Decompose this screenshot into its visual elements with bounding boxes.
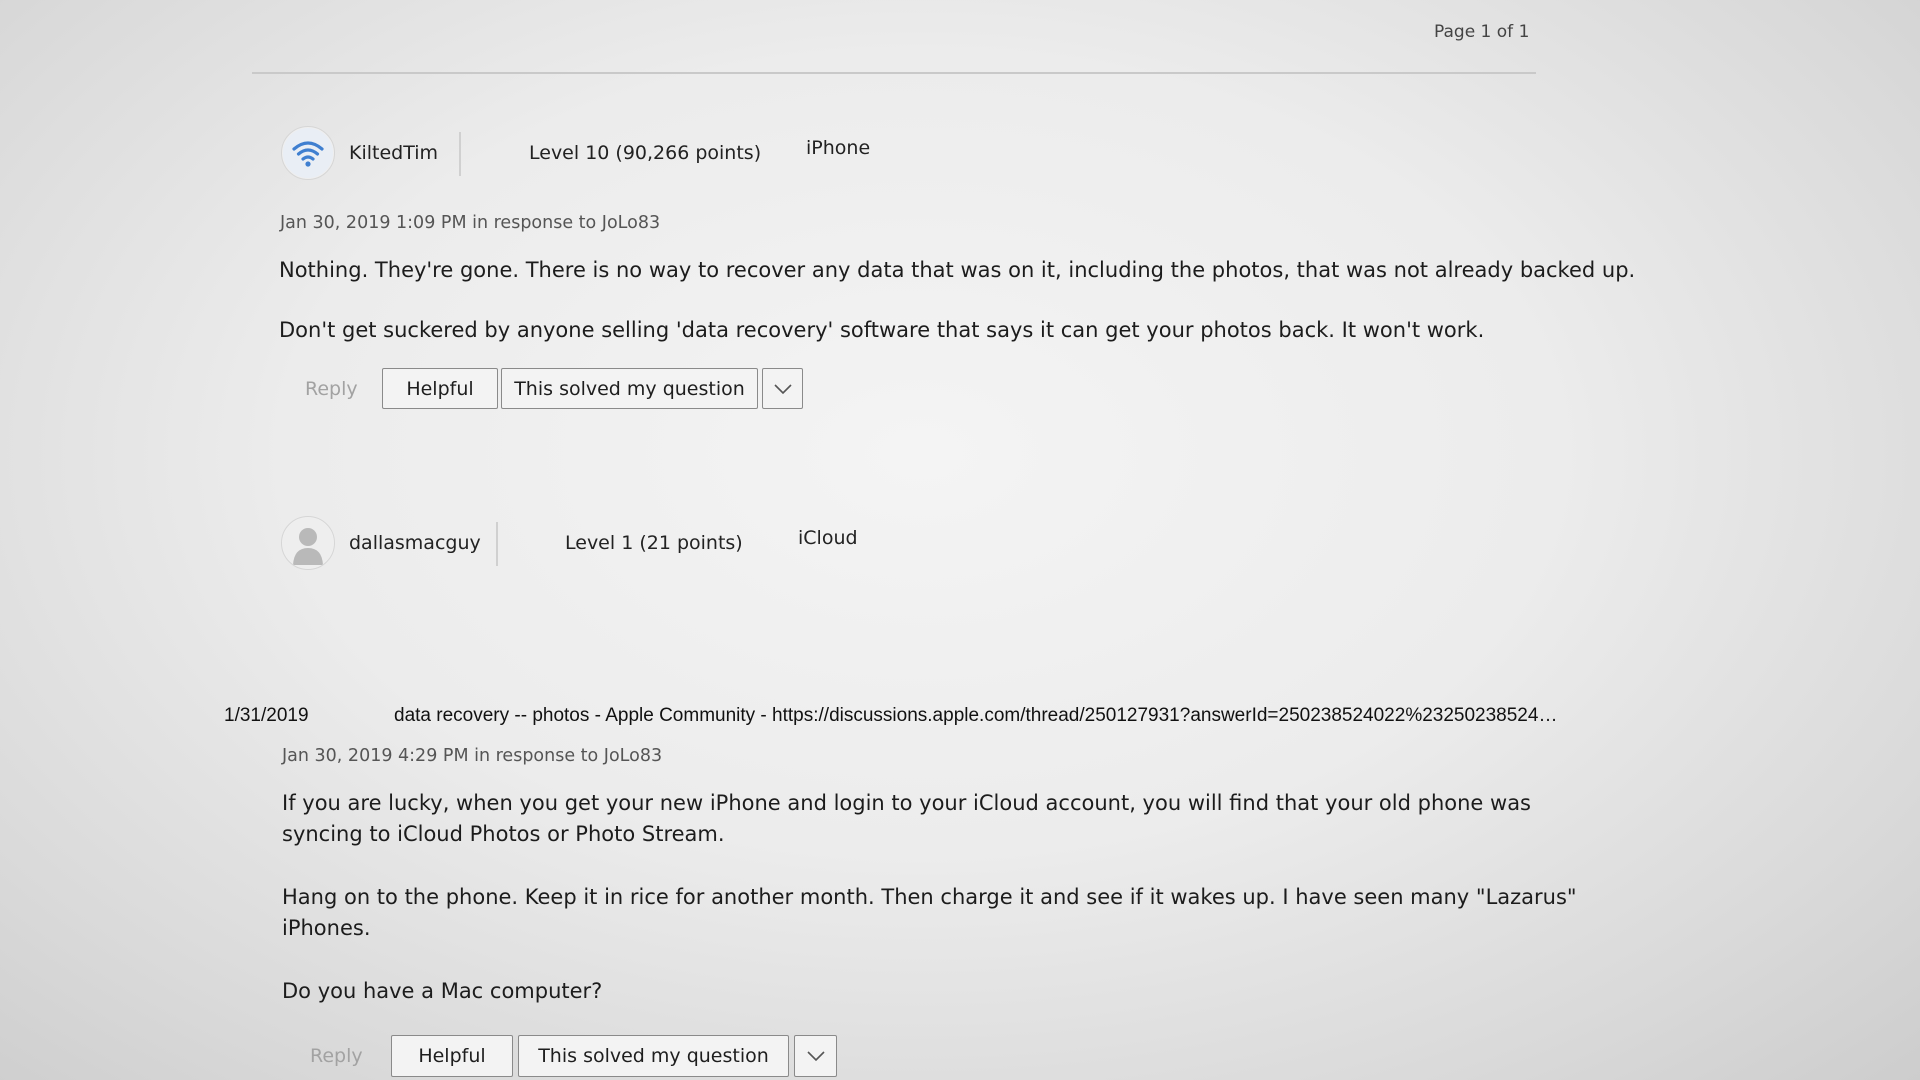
author-level: Level 1 (21 points) <box>565 532 743 554</box>
helpful-button[interactable]: Helpful <box>382 368 498 409</box>
author-name[interactable]: dallasmacguy <box>349 532 481 554</box>
print-page-title: data recovery -- photos - Apple Communit… <box>394 705 1558 726</box>
solved-button[interactable]: This solved my question <box>518 1035 789 1077</box>
helpful-button[interactable]: Helpful <box>391 1035 513 1077</box>
divider <box>459 132 461 176</box>
avatar[interactable] <box>281 516 335 570</box>
post-paragraph: syncing to iCloud Photos or Photo Stream… <box>282 822 725 846</box>
wifi-icon <box>283 128 333 178</box>
more-options-button[interactable] <box>794 1035 837 1077</box>
divider <box>496 522 498 566</box>
chevron-down-icon <box>806 1051 825 1062</box>
post-timestamp: Jan 30, 2019 1:09 PM in response to JoLo… <box>280 213 661 233</box>
page-indicator: Page 1 of 1 <box>1434 22 1530 42</box>
print-date: 1/31/2019 <box>224 705 309 726</box>
post-paragraph: Don't get suckered by anyone selling 'da… <box>279 318 1485 342</box>
community-link[interactable]: iPhone <box>806 137 870 159</box>
reply-link[interactable]: Reply <box>310 1045 363 1067</box>
post-paragraph: Do you have a Mac computer? <box>282 979 603 1003</box>
author-name[interactable]: KiltedTim <box>349 142 438 164</box>
community-link[interactable]: iCloud <box>798 527 858 549</box>
person-silhouette-icon <box>283 518 333 568</box>
reply-link[interactable]: Reply <box>305 378 358 400</box>
post-paragraph: iPhones. <box>282 916 371 940</box>
more-options-button[interactable] <box>762 368 803 409</box>
post-timestamp: Jan 30, 2019 4:29 PM in response to JoLo… <box>282 746 663 766</box>
post-paragraph: If you are lucky, when you get your new … <box>282 791 1531 815</box>
solved-button[interactable]: This solved my question <box>501 368 758 409</box>
divider <box>252 72 1536 74</box>
chevron-down-icon <box>773 383 792 394</box>
avatar[interactable] <box>281 126 335 180</box>
author-level: Level 10 (90,266 points) <box>529 142 762 164</box>
post-paragraph: Nothing. They're gone. There is no way t… <box>279 258 1636 282</box>
post-paragraph: Hang on to the phone. Keep it in rice fo… <box>282 885 1577 909</box>
